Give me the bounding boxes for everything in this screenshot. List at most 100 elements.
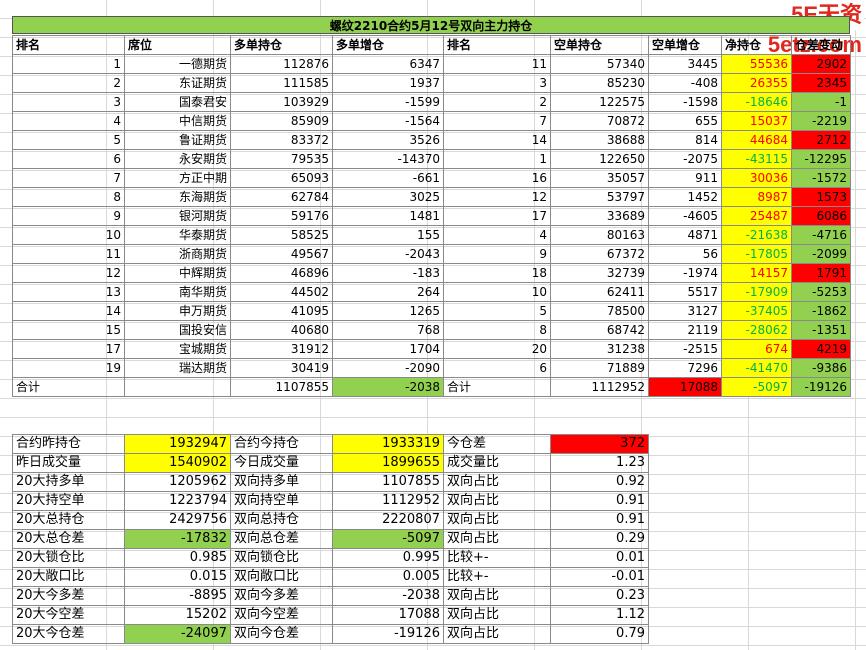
summary-value[interactable]: 0.01 <box>550 548 649 568</box>
net-cell[interactable]: -17805 <box>721 244 792 264</box>
header-long-chg[interactable]: 多单增仓 <box>332 35 444 55</box>
diff-cell[interactable]: 4219 <box>791 339 851 359</box>
long-chg-cell[interactable]: 1937 <box>332 73 444 93</box>
long-cell[interactable]: 83372 <box>230 130 333 150</box>
long-cell[interactable]: 65093 <box>230 168 333 188</box>
seat-cell[interactable]: 一德期货 <box>124 54 231 74</box>
rank-cell[interactable]: 5 <box>12 130 125 150</box>
long-cell[interactable]: 111585 <box>230 73 333 93</box>
short-chg-cell[interactable]: -1598 <box>648 92 722 112</box>
summary-label[interactable]: 双向持空单 <box>230 491 333 511</box>
short-chg-cell[interactable]: 655 <box>648 111 722 131</box>
summary-value[interactable]: -0.01 <box>550 567 649 587</box>
long-chg-cell[interactable]: -1564 <box>332 111 444 131</box>
seat-cell[interactable]: 方正中期 <box>124 168 231 188</box>
long-cell[interactable]: 103929 <box>230 92 333 112</box>
rank-cell[interactable]: 10 <box>12 225 125 245</box>
short-cell[interactable]: 32739 <box>550 263 649 283</box>
header-short-rank[interactable]: 排名 <box>443 35 551 55</box>
diff-cell[interactable]: -9386 <box>791 358 851 378</box>
short-chg-cell[interactable]: 5517 <box>648 282 722 302</box>
short-chg-cell[interactable]: 2119 <box>648 320 722 340</box>
seat-cell[interactable]: 宝城期货 <box>124 339 231 359</box>
header-seat[interactable]: 席位 <box>124 35 231 55</box>
summary-value[interactable]: -2038 <box>332 586 444 606</box>
net-cell[interactable]: 674 <box>721 339 792 359</box>
short-rank-cell[interactable]: 2 <box>443 92 551 112</box>
summary-label[interactable]: 双向占比 <box>443 605 551 625</box>
summary-label[interactable]: 双向占比 <box>443 491 551 511</box>
summary-label[interactable]: 合约昨持仓 <box>12 434 125 454</box>
net-cell[interactable]: 26355 <box>721 73 792 93</box>
diff-cell[interactable]: -1351 <box>791 320 851 340</box>
summary-value[interactable]: 1540902 <box>124 453 231 473</box>
summary-value[interactable]: 0.79 <box>550 624 649 644</box>
net-cell[interactable]: -37405 <box>721 301 792 321</box>
diff-cell[interactable]: 2902 <box>791 54 851 74</box>
total-short[interactable]: 1112952 <box>550 377 649 397</box>
rank-cell[interactable]: 1 <box>12 54 125 74</box>
summary-label[interactable]: 今日成交量 <box>230 453 333 473</box>
short-chg-cell[interactable]: 4871 <box>648 225 722 245</box>
summary-value[interactable]: 0.92 <box>550 472 649 492</box>
short-rank-cell[interactable]: 1 <box>443 149 551 169</box>
summary-value[interactable]: 0.91 <box>550 491 649 511</box>
short-cell[interactable]: 62411 <box>550 282 649 302</box>
summary-value[interactable]: 1932947 <box>124 434 231 454</box>
seat-cell[interactable]: 申万期货 <box>124 301 231 321</box>
short-cell[interactable]: 33689 <box>550 206 649 226</box>
total-long-chg[interactable]: -2038 <box>332 377 444 397</box>
short-cell[interactable]: 122575 <box>550 92 649 112</box>
long-cell[interactable]: 46896 <box>230 263 333 283</box>
seat-cell[interactable]: 中辉期货 <box>124 263 231 283</box>
summary-value[interactable]: -17832 <box>124 529 231 549</box>
diff-cell[interactable]: -4716 <box>791 225 851 245</box>
total-empty[interactable] <box>124 377 231 397</box>
short-chg-cell[interactable]: 814 <box>648 130 722 150</box>
short-cell[interactable]: 80163 <box>550 225 649 245</box>
summary-value[interactable]: 372 <box>550 434 649 454</box>
summary-value[interactable]: 1205962 <box>124 472 231 492</box>
net-cell[interactable]: 44684 <box>721 130 792 150</box>
long-chg-cell[interactable]: 1704 <box>332 339 444 359</box>
seat-cell[interactable]: 银河期货 <box>124 206 231 226</box>
summary-label[interactable]: 双向持多单 <box>230 472 333 492</box>
header-diff[interactable]: 仓差变动 <box>791 35 851 55</box>
net-cell[interactable]: 15037 <box>721 111 792 131</box>
summary-label[interactable]: 合约今持仓 <box>230 434 333 454</box>
seat-cell[interactable]: 国投安信 <box>124 320 231 340</box>
short-cell[interactable]: 57340 <box>550 54 649 74</box>
short-rank-cell[interactable]: 14 <box>443 130 551 150</box>
long-chg-cell[interactable]: 264 <box>332 282 444 302</box>
long-chg-cell[interactable]: 768 <box>332 320 444 340</box>
summary-label[interactable]: 20大持空单 <box>12 491 125 511</box>
summary-value[interactable]: 1.23 <box>550 453 649 473</box>
rank-cell[interactable]: 14 <box>12 301 125 321</box>
summary-label[interactable]: 双向今多差 <box>230 586 333 606</box>
diff-cell[interactable]: -1572 <box>791 168 851 188</box>
summary-value[interactable]: -5097 <box>332 529 444 549</box>
long-cell[interactable]: 85909 <box>230 111 333 131</box>
summary-label[interactable]: 双向总仓差 <box>230 529 333 549</box>
summary-label[interactable]: 双向锁仓比 <box>230 548 333 568</box>
summary-value[interactable]: 17088 <box>332 605 444 625</box>
summary-label[interactable]: 双向占比 <box>443 510 551 530</box>
short-cell[interactable]: 85230 <box>550 73 649 93</box>
net-cell[interactable]: -18646 <box>721 92 792 112</box>
net-cell[interactable]: -21638 <box>721 225 792 245</box>
short-rank-cell[interactable]: 5 <box>443 301 551 321</box>
short-cell[interactable]: 70872 <box>550 111 649 131</box>
summary-label[interactable]: 双向占比 <box>443 586 551 606</box>
seat-cell[interactable]: 东海期货 <box>124 187 231 207</box>
summary-value[interactable]: 0.985 <box>124 548 231 568</box>
summary-value[interactable]: 0.91 <box>550 510 649 530</box>
rank-cell[interactable]: 4 <box>12 111 125 131</box>
summary-value[interactable]: 0.29 <box>550 529 649 549</box>
rank-cell[interactable]: 9 <box>12 206 125 226</box>
short-rank-cell[interactable]: 7 <box>443 111 551 131</box>
short-chg-cell[interactable]: -2515 <box>648 339 722 359</box>
long-cell[interactable]: 62784 <box>230 187 333 207</box>
short-rank-cell[interactable]: 12 <box>443 187 551 207</box>
short-rank-cell[interactable]: 17 <box>443 206 551 226</box>
short-cell[interactable]: 53797 <box>550 187 649 207</box>
